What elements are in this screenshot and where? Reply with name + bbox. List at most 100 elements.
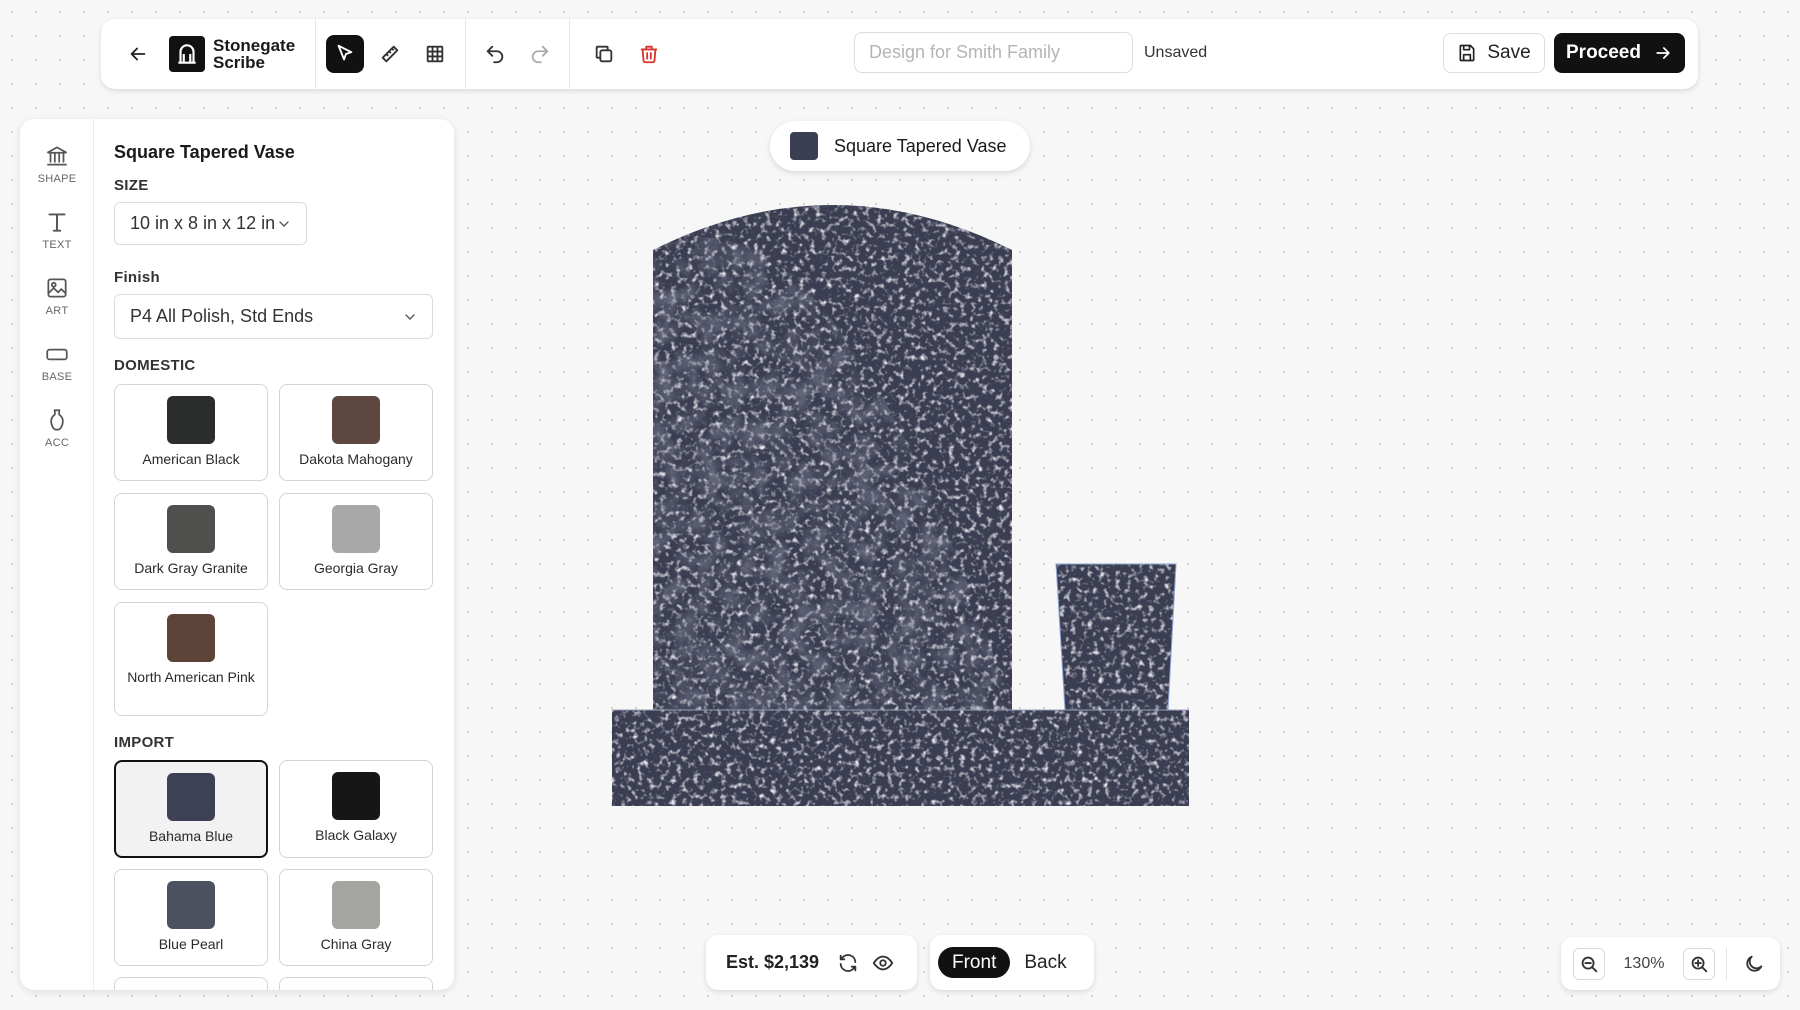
swatch-card-north-american-pink[interactable]: North American Pink (114, 602, 268, 716)
swatch-card-partial[interactable] (114, 977, 268, 990)
proceed-button[interactable]: Proceed (1554, 33, 1685, 73)
swatch-label: Bahama Blue (148, 828, 234, 844)
swatch-label: North American Pink (127, 669, 255, 685)
save-button[interactable]: Save (1443, 33, 1545, 73)
delete-button[interactable] (630, 35, 668, 73)
save-status-text: Unsaved (1144, 44, 1208, 61)
swatch-card-bahama-blue[interactable]: Bahama Blue (114, 760, 268, 858)
back-button[interactable] (119, 35, 157, 73)
rail-label-base: BASE (41, 371, 73, 383)
top-toolbar: Stonegate Scribe Unsaved Save Proceed (101, 19, 1698, 89)
grid-tool-button[interactable] (416, 35, 454, 73)
swatch-card-american-black[interactable]: American Black (114, 384, 268, 481)
selected-layer-chip[interactable]: Square Tapered Vase (770, 121, 1030, 171)
design-name-input[interactable] (854, 32, 1133, 73)
divider (1726, 947, 1727, 980)
zoom-in-icon (1691, 956, 1708, 972)
trash-icon (640, 45, 658, 64)
monument-base[interactable] (612, 709, 1189, 806)
arrow-left-icon (130, 47, 146, 61)
size-value: 10 in x 8 in x 12 in (130, 213, 276, 233)
tab-back[interactable]: Back (1010, 947, 1080, 978)
eye-icon (872, 955, 894, 970)
swatch-card-partial[interactable] (279, 977, 433, 990)
granite-swatch (167, 881, 215, 929)
ruler-tool-button[interactable] (371, 35, 409, 73)
swatch-label: Dakota Mahogany (299, 451, 413, 467)
monument-icon (46, 146, 68, 166)
swatch-label: American Black (142, 451, 240, 467)
view-toggle: Front Back (930, 935, 1094, 990)
rail-item-acc[interactable]: ACC (20, 407, 94, 449)
refresh-icon (839, 953, 857, 972)
layer-swatch (790, 132, 818, 160)
monument-logo-icon (169, 36, 205, 72)
app-logo: Stonegate Scribe (169, 36, 305, 72)
rail-label-art: ART (45, 305, 69, 317)
theme-toggle-button[interactable] (1738, 948, 1770, 980)
granite-swatch (332, 772, 380, 820)
swatch-label: Georgia Gray (313, 560, 399, 576)
granite-swatch (167, 505, 215, 553)
swatch-card-dakota-mahogany[interactable]: Dakota Mahogany (279, 384, 433, 481)
preview-button[interactable] (868, 948, 898, 978)
redo-button[interactable] (521, 35, 559, 73)
monument-preview (612, 205, 1189, 806)
finish-label: Finish (114, 269, 160, 286)
rail-label-shape: SHAPE (37, 173, 77, 185)
rail-item-shape[interactable]: SHAPE (20, 143, 94, 185)
swatch-card-china-gray[interactable]: China Gray (279, 869, 433, 966)
undo-icon (486, 45, 504, 64)
zoom-out-button[interactable] (1573, 947, 1605, 980)
zoom-level: 130% (1623, 954, 1665, 972)
domestic-label: DOMESTIC (114, 357, 196, 374)
swatch-label: China Gray (320, 936, 392, 952)
save-label: Save (1487, 42, 1531, 63)
finish-select[interactable]: P4 All Polish, Std Ends (114, 294, 433, 339)
rail-item-art[interactable]: ART (20, 275, 94, 317)
granite-swatch (332, 881, 380, 929)
text-icon (48, 213, 66, 232)
undo-button[interactable] (476, 35, 514, 73)
vase-icon (50, 409, 64, 431)
swatch-card-blue-pearl[interactable]: Blue Pearl (114, 869, 268, 966)
size-label: SIZE (114, 177, 149, 194)
size-select[interactable]: 10 in x 8 in x 12 in (114, 202, 307, 245)
panel-title: Square Tapered Vase (114, 142, 295, 162)
moon-icon (1746, 955, 1763, 972)
swatch-label: Blue Pearl (158, 936, 224, 952)
image-icon (47, 278, 67, 298)
zoom-in-button[interactable] (1683, 947, 1715, 980)
divider (569, 19, 570, 89)
redo-icon (531, 45, 549, 64)
zoom-out-icon (1581, 956, 1598, 972)
square-tapered-vase[interactable] (1055, 563, 1177, 711)
selected-layer-label: Square Tapered Vase (834, 135, 1007, 156)
price-estimate: Est. $2,139 (726, 952, 820, 972)
tab-front[interactable]: Front (938, 947, 1011, 978)
swatch-card-dark-gray-granite[interactable]: Dark Gray Granite (114, 493, 268, 590)
chevron-down-icon (405, 313, 415, 320)
swatch-card-georgia-gray[interactable]: Georgia Gray (279, 493, 433, 590)
rail-label-text: TEXT (42, 239, 72, 251)
pointer-icon (337, 44, 353, 61)
divider (465, 19, 466, 89)
granite-swatch (167, 614, 215, 662)
import-label: IMPORT (114, 734, 175, 751)
rail-item-text[interactable]: TEXT (20, 209, 94, 251)
monument-tablet[interactable] (653, 205, 1012, 710)
pointer-tool-button[interactable] (326, 35, 364, 73)
granite-swatch (332, 505, 380, 553)
swatch-label: Dark Gray Granite (134, 560, 248, 576)
brand-line-1: Stonegate (213, 36, 296, 55)
duplicate-button[interactable] (585, 35, 623, 73)
tool-rail: SHAPE TEXT ART BASE ACC (20, 119, 94, 990)
granite-swatch (332, 396, 380, 444)
rail-label-acc: ACC (44, 437, 70, 449)
rail-item-base[interactable]: BASE (20, 341, 94, 383)
refresh-price-button[interactable] (833, 948, 863, 978)
price-bar: Est. $2,139 (706, 935, 917, 990)
swatch-card-black-galaxy[interactable]: Black Galaxy (279, 760, 433, 858)
duplicate-icon (595, 45, 613, 63)
floppy-disk-icon (1459, 44, 1475, 62)
